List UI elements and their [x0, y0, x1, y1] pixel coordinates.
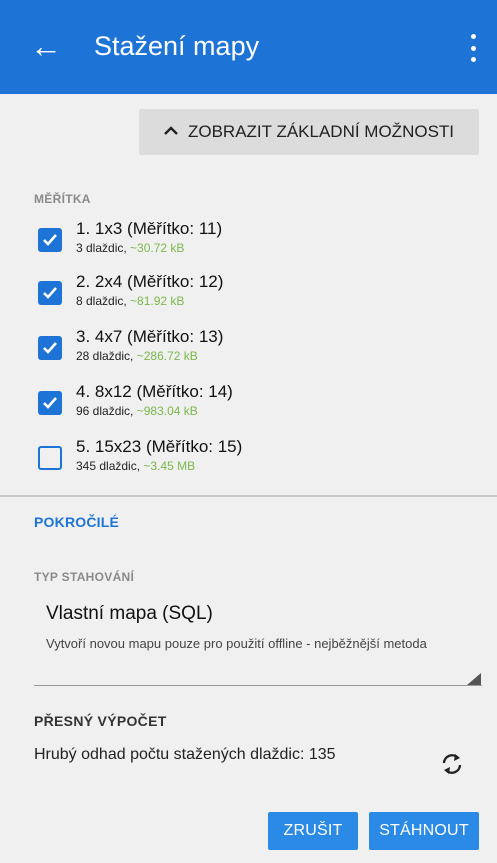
scale-item-name: 3. 4x7 (Měřítko: 13): [76, 327, 224, 346]
checkbox-unchecked-icon[interactable]: [38, 446, 62, 470]
scale-item-3[interactable]: 3. 4x7 (Měřítko: 13) 28 dlaždic, ~286.72…: [38, 326, 458, 370]
tiles-count: 3 dlaždic,: [76, 241, 127, 255]
scale-item-meta: 96 dlaždic, ~983.04 kB: [76, 403, 198, 419]
download-type-value: Vlastní mapa (SQL): [46, 603, 213, 624]
scale-item-5[interactable]: 5. 15x23 (Měřítko: 15) 345 dlaždic, ~3.4…: [38, 436, 458, 480]
size-estimate: ~3.45 MB: [143, 459, 196, 473]
size-estimate: ~30.72 kB: [130, 241, 185, 255]
scale-item-meta: 345 dlaždic, ~3.45 MB: [76, 458, 195, 474]
scale-item-1[interactable]: 1. 1x3 (Měřítko: 11) 3 dlaždic, ~30.72 k…: [38, 218, 458, 262]
scale-item-2[interactable]: 2. 2x4 (Měřítko: 12) 8 dlaždic, ~81.92 k…: [38, 271, 458, 315]
select-underline: [34, 685, 482, 686]
show-basic-options-button[interactable]: ZOBRAZIT ZÁKLADNÍ MOŽNOSTI: [139, 109, 479, 155]
size-estimate: ~983.04 kB: [136, 404, 198, 418]
size-estimate: ~81.92 kB: [130, 294, 185, 308]
tiles-count: 345 dlaždic,: [76, 459, 141, 473]
checkbox-checked-icon[interactable]: [38, 281, 62, 305]
app-bar: ← Stažení mapy: [0, 0, 497, 94]
more-vert-icon[interactable]: [463, 30, 483, 66]
chevron-up-icon: [164, 123, 178, 139]
size-estimate: ~286.72 kB: [136, 349, 198, 363]
scale-item-name: 2. 2x4 (Měřítko: 12): [76, 272, 224, 291]
advanced-section-title: POKROČILÉ: [34, 514, 120, 530]
checkbox-checked-icon[interactable]: [38, 228, 62, 252]
scale-item-name: 1. 1x3 (Měřítko: 11): [76, 219, 223, 238]
scale-item-meta: 28 dlaždic, ~286.72 kB: [76, 348, 198, 364]
dropdown-arrow-icon: [467, 673, 481, 685]
download-type-label: TYP STAHOVÁNÍ: [34, 570, 135, 584]
precise-calc-label: PŘESNÝ VÝPOČET: [34, 713, 167, 729]
scales-section-label: MĚŘÍTKA: [34, 192, 91, 206]
scale-item-meta: 8 dlaždic, ~81.92 kB: [76, 293, 184, 309]
checkbox-checked-icon[interactable]: [38, 391, 62, 415]
back-arrow-icon[interactable]: ←: [30, 26, 66, 66]
cancel-button[interactable]: ZRUŠIT: [268, 812, 358, 850]
checkbox-checked-icon[interactable]: [38, 336, 62, 360]
refresh-icon[interactable]: [437, 749, 467, 779]
tiles-count: 8 dlaždic,: [76, 294, 127, 308]
download-type-description: Vytvoří novou mapu pouze pro použití off…: [46, 636, 427, 651]
tiles-count: 28 dlaždic,: [76, 349, 134, 363]
scale-item-name: 4. 8x12 (Měřítko: 14): [76, 382, 233, 401]
scale-item-name: 5. 15x23 (Měřítko: 15): [76, 437, 243, 456]
scale-item-meta: 3 dlaždic, ~30.72 kB: [76, 240, 184, 256]
tile-estimate-text: Hrubý odhad počtu stažených dlaždic: 135: [34, 746, 336, 763]
section-divider: [0, 495, 497, 497]
tiles-count: 96 dlaždic,: [76, 404, 134, 418]
download-button[interactable]: STÁHNOUT: [369, 812, 479, 850]
show-basic-options-label: ZOBRAZIT ZÁKLADNÍ MOŽNOSTI: [187, 122, 455, 141]
scale-item-4[interactable]: 4. 8x12 (Měřítko: 14) 96 dlaždic, ~983.0…: [38, 381, 458, 425]
page-title: Stažení mapy: [94, 31, 260, 61]
